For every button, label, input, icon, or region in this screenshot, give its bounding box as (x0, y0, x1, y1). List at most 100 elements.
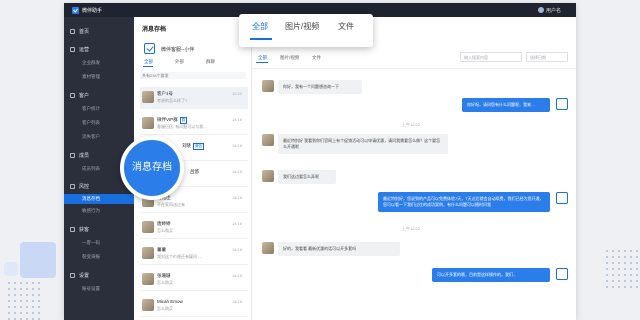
nav-customers[interactable]: 客户 (70, 92, 89, 99)
avatar (142, 221, 154, 233)
nav-item-customer-list[interactable]: 客户列表 (82, 120, 100, 126)
conversation-name: 薯薯 (157, 247, 166, 252)
conversation-name: 客户1号 (157, 91, 174, 96)
nav-acquisition[interactable]: 获客 (70, 226, 89, 233)
nav-item-mass-send[interactable]: 企业群发 (82, 60, 100, 66)
agent-avatar (556, 98, 568, 110)
popup-tab-files[interactable]: 文件 (338, 21, 354, 32)
members-icon (70, 153, 75, 158)
nav-item-message-archive[interactable]: 消息存档 (64, 194, 134, 204)
list-item[interactable]: 微伴VIP群群客服伍伍: 有问题可以与我… 14:16 (140, 113, 248, 135)
gear-icon (70, 273, 75, 278)
avatar (142, 117, 154, 129)
conversation-count: 共有234个群发 (140, 72, 246, 79)
conversation-preview: 考虑的怎么样了? (157, 98, 188, 103)
nav-item-customer-stats[interactable]: 客户统计 (82, 106, 100, 112)
message-incoming: 你好，我有一个问题想咨询一下 (258, 78, 570, 98)
conversation-preview: 怎么购买 (157, 306, 173, 311)
avatar (262, 80, 274, 92)
list-item[interactable]: 张珊珊怎么购买 14:16 (140, 269, 248, 291)
divider (252, 68, 576, 69)
nav-operations[interactable]: 运营 (70, 46, 89, 53)
user-name[interactable]: 用户名 (546, 7, 561, 14)
message-bubble: 最近特别好，您说到的产品可以免费体验7天，7天过后就会自动续费，我们已经为您开通… (378, 192, 550, 212)
message-timestamp: 上午12:22 (402, 226, 421, 231)
tab-all[interactable]: 全部 (144, 59, 153, 65)
conversation-name: Micah Emow (157, 299, 183, 304)
group-badge: 群 (179, 117, 188, 124)
message-outgoing: 可以开多套的哦，目前是这样操作的，我们... (258, 266, 570, 286)
conversation-preview: 怎么购买 (157, 280, 173, 285)
tab-chat-all[interactable]: 全部 (258, 55, 267, 61)
date-picker[interactable]: 选择日期 (526, 52, 568, 62)
nav-group-label: 设置 (79, 273, 90, 279)
nav-members[interactable]: 成员 (70, 152, 89, 159)
message-bubble: 最近特别好 我看到你们官网上有个促销活动可以申请优惠，请问我需要怎么做？这个要怎… (278, 134, 448, 154)
conversation-name: 微伴VIP群群 (157, 117, 188, 124)
tab-chat-files[interactable]: 文件 (312, 55, 321, 61)
nav-item-poster[interactable]: 裂变海报 (82, 254, 100, 260)
nav-item-lost-customers[interactable]: 流失客户 (82, 134, 100, 140)
nav-settings[interactable]: 设置 (70, 272, 89, 279)
list-item[interactable]: 客户1号考虑的怎么样了? 12:22 (140, 87, 248, 109)
nav-home[interactable]: 首页 (70, 28, 89, 35)
conversation-time: 14:16 (231, 195, 242, 200)
user-avatar[interactable] (538, 7, 544, 13)
message-bubble: 可以开多套的哦，目前是这样操作的，我们... (432, 268, 550, 282)
decor-dots-left (6, 280, 40, 320)
tab-external[interactable]: 外部 (175, 59, 184, 65)
conversation-time: 14:16 (231, 299, 242, 304)
list-item[interactable]: 唐婷婷 怎么购买 14:16 (140, 217, 248, 239)
message-bubble: 我们这边要怎么弄呢 (278, 170, 336, 184)
tab-chat-media[interactable]: 图片/视频 (280, 55, 299, 61)
list-item[interactable]: 薯薯 我对这个价格还有疑问 … 14:16 (140, 243, 248, 265)
conversation-preview: 客服伍伍: 有问题可以与我… (157, 124, 208, 129)
conversation-time: 14:16 (231, 273, 242, 278)
list-item[interactable]: Micah Emow 怎么购买 14:16 (140, 295, 248, 317)
nav-item-account-settings[interactable]: 账号设置 (82, 286, 100, 292)
message-bubble: 你好呀，请问您有什么问题呢，我来… (462, 98, 550, 112)
popup-tab-all[interactable]: 全部 (252, 21, 268, 32)
conversation-time: 14:16 (231, 221, 242, 226)
decor-square-small (4, 262, 18, 276)
avatar (262, 134, 274, 146)
nav-item-material[interactable]: 素材管理 (82, 74, 100, 80)
avatar (142, 273, 154, 285)
conversation-time: 14:16 (231, 143, 242, 148)
nav-item-sensitive-behavior[interactable]: 敏感行为 (82, 208, 100, 214)
nav-group-label: 运营 (79, 47, 90, 53)
operations-icon (70, 47, 75, 52)
avatar (142, 247, 154, 259)
wechat-badge: 微信 (193, 143, 204, 150)
shield-icon (70, 184, 75, 189)
agent-avatar (556, 192, 568, 204)
message-bubble: 好的，我看看 最新优惠的话可以开多套吗 (278, 242, 400, 256)
staff-icon (144, 43, 155, 54)
nav-item-qr-code[interactable]: 一客一码 (82, 240, 100, 246)
conversation-time: 14:16 (231, 117, 242, 122)
nav-group-label: 成员 (79, 153, 90, 159)
nav-group-label: 风控 (79, 184, 90, 190)
avatar (142, 91, 154, 103)
popup-tab-media[interactable]: 图片/视频 (285, 21, 319, 32)
agent-avatar (556, 268, 568, 280)
search-input[interactable]: 输入搜索内容 (460, 52, 522, 62)
conversation-name: 刘晓 微信 (182, 143, 204, 150)
home-icon (70, 29, 75, 34)
staff-selector[interactable]: 微伴客服--小伴 (161, 46, 194, 53)
customers-icon (70, 93, 75, 98)
conversation-name: 张珊珊 (157, 273, 171, 278)
chat-area: 全部 图片/视频 文件 输入搜索内容 选择日期 你好，我有一个问题想咨询一下 你… (252, 44, 576, 320)
conversation-time: 12:22 (231, 91, 242, 96)
app-name: 微伴助手 (82, 8, 103, 14)
conversation-name: 唐婷婷 (157, 221, 171, 226)
nav-group-label: 获客 (79, 227, 90, 233)
nav-group-label: 客户 (79, 93, 90, 99)
tab-groups[interactable]: 群聊 (206, 59, 215, 65)
message-timestamp: 上午12:22 (402, 122, 421, 127)
conversation-preview: 我对这个价格还有疑问 … (157, 254, 203, 259)
nav-item-member-list[interactable]: 成员列表 (82, 166, 100, 172)
nav-risk[interactable]: 风控 (70, 183, 89, 190)
conversation-name-text: 微伴VIP群 (157, 117, 178, 122)
message-bubble: 你好，我有一个问题想咨询一下 (278, 80, 362, 94)
